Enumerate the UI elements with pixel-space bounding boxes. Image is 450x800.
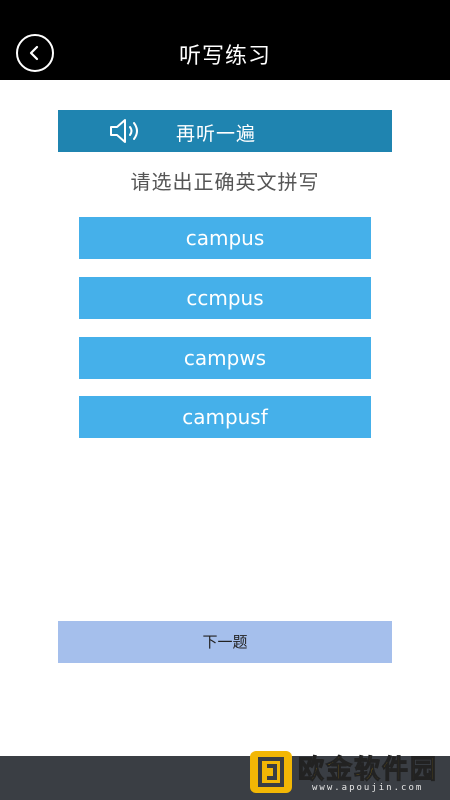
page-title: 听写练习 bbox=[178, 44, 271, 69]
replay-button[interactable]: 再听一遍 bbox=[58, 110, 392, 152]
next-question-button[interactable]: 下一题 bbox=[58, 621, 392, 663]
option-button-4[interactable]: campusf bbox=[79, 396, 371, 438]
watermark-text: 欧金软件园 bbox=[297, 755, 439, 786]
option-button-1[interactable]: campus bbox=[79, 217, 371, 259]
top-bar: 听写练习 bbox=[0, 0, 450, 80]
replay-label: 再听一遍 bbox=[176, 123, 257, 145]
watermark: 欧金软件园 www.apoujin.com bbox=[250, 747, 442, 800]
watermark-logo-icon bbox=[250, 751, 292, 793]
question-prompt: 请选出正确英文拼写 bbox=[130, 170, 320, 194]
option-button-3[interactable]: campws bbox=[79, 337, 371, 379]
speaker-icon bbox=[110, 119, 138, 143]
screen: 听写练习 再听一遍 请选出正确英文拼写 campus ccmpus campws… bbox=[0, 0, 450, 800]
watermark-url: www.apoujin.com bbox=[312, 783, 424, 793]
option-button-2[interactable]: ccmpus bbox=[79, 277, 371, 319]
